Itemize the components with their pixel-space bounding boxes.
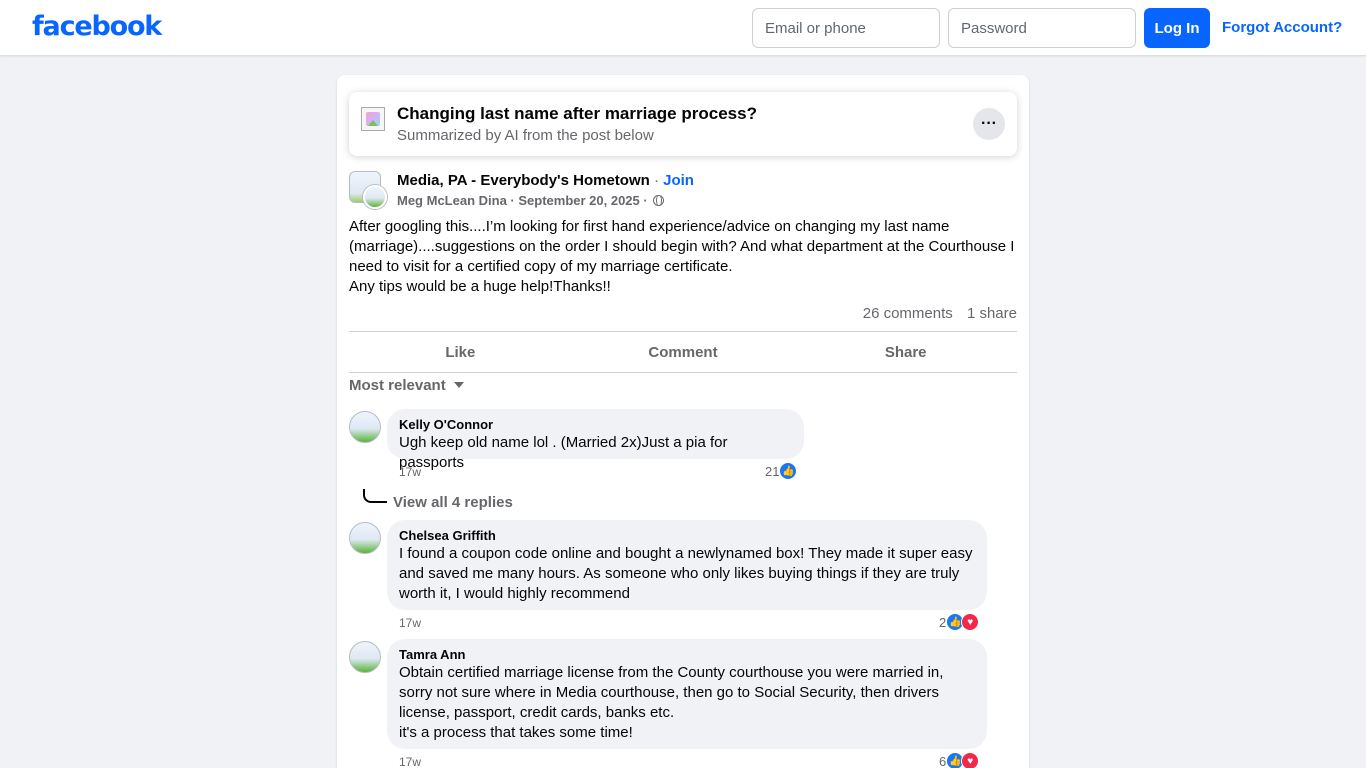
facebook-logo[interactable]: facebook — [32, 11, 162, 42]
engagement-counts: 26 comments 1 share — [853, 305, 1017, 322]
like-icon: 👍 — [779, 462, 798, 480]
post-text-paragraph: After googling this....I’m looking for f… — [349, 218, 1015, 275]
summary-title: Changing last name after marriage proces… — [397, 104, 757, 123]
sort-label: Most relevant — [349, 377, 446, 394]
like-button[interactable]: Like — [349, 332, 572, 372]
join-group-link[interactable]: Join — [663, 172, 694, 189]
post-text-paragraph: Any tips would be a huge help!Thanks!! — [349, 278, 611, 295]
summary-subtitle: Summarized by AI from the post below — [397, 127, 654, 144]
comment-text: it's a process that takes some time! — [399, 724, 633, 741]
comment-sort-dropdown[interactable]: Most relevant — [349, 377, 464, 394]
login-button[interactable]: Log In — [1144, 8, 1210, 48]
password-input[interactable] — [948, 8, 1136, 48]
reaction-count: 2 — [939, 614, 947, 630]
post-author-link[interactable]: Meg McLean Dina — [397, 193, 507, 208]
reaction-count: 6 — [939, 753, 947, 768]
commenter-avatar[interactable] — [349, 411, 381, 443]
comment-reactions[interactable]: 2 👍 ♥ — [939, 613, 980, 631]
shares-count-link[interactable]: 1 share — [967, 305, 1017, 322]
reply-thread-icon — [363, 489, 387, 503]
comment-time[interactable]: 17w — [399, 465, 421, 479]
post-date[interactable]: September 20, 2025 — [518, 193, 639, 208]
comment-text: Ugh keep old name lol . (Married 2x)Just… — [399, 434, 728, 471]
comment-time[interactable]: 17w — [399, 616, 421, 630]
more-options-button[interactable]: ··· — [973, 108, 1005, 140]
commenter-avatar[interactable] — [349, 641, 381, 673]
comment-bubble: Tamra Ann Obtain certified marriage lice… — [387, 639, 987, 749]
top-navigation-bar: facebook Log In Forgot Account? — [0, 0, 1366, 56]
comment-author[interactable]: Tamra Ann — [399, 647, 975, 663]
post-card: Changing last name after marriage proces… — [337, 75, 1029, 768]
love-icon: ♥ — [961, 752, 980, 768]
caret-down-icon — [453, 382, 464, 388]
globe-icon — [653, 194, 665, 206]
post-action-bar: Like Comment Share — [349, 331, 1017, 373]
group-header: Media, PA - Everybody's Hometown · Join — [397, 172, 694, 189]
reaction-count: 21 — [765, 463, 780, 479]
post-meta: Meg McLean Dina · September 20, 2025 · — [397, 193, 665, 208]
share-button[interactable]: Share — [794, 332, 1017, 372]
comment-reactions[interactable]: 6 👍 ♥ — [939, 752, 980, 768]
comment-button[interactable]: Comment — [572, 332, 795, 372]
comment-time[interactable]: 17w — [399, 755, 421, 768]
comment-bubble: Kelly O'Connor Ugh keep old name lol . (… — [387, 409, 804, 471]
commenter-avatar[interactable] — [349, 522, 381, 554]
email-input[interactable] — [752, 8, 940, 48]
group-avatar[interactable] — [349, 171, 387, 209]
comment-text: I found a coupon code online and bought … — [399, 545, 973, 602]
view-replies-label: View all 4 replies — [393, 494, 513, 511]
comments-count-link[interactable]: 26 comments — [863, 305, 953, 322]
summary-thumbnail-icon — [361, 107, 385, 131]
comment-author[interactable]: Kelly O'Connor — [399, 417, 792, 433]
comment-reactions[interactable]: 21 👍 — [765, 462, 798, 480]
comment-bubble: Chelsea Griffith I found a coupon code o… — [387, 520, 987, 610]
group-name-link[interactable]: Media, PA - Everybody's Hometown — [397, 172, 650, 189]
view-replies-link[interactable]: View all 4 replies — [363, 489, 513, 511]
ai-summary-card: Changing last name after marriage proces… — [349, 92, 1017, 156]
love-icon: ♥ — [961, 613, 980, 631]
comment-text: Obtain certified marriage license from t… — [399, 664, 944, 721]
post-body: After googling this....I’m looking for f… — [349, 217, 1019, 297]
comment-author[interactable]: Chelsea Griffith — [399, 528, 975, 544]
forgot-account-link[interactable]: Forgot Account? — [1222, 19, 1342, 36]
